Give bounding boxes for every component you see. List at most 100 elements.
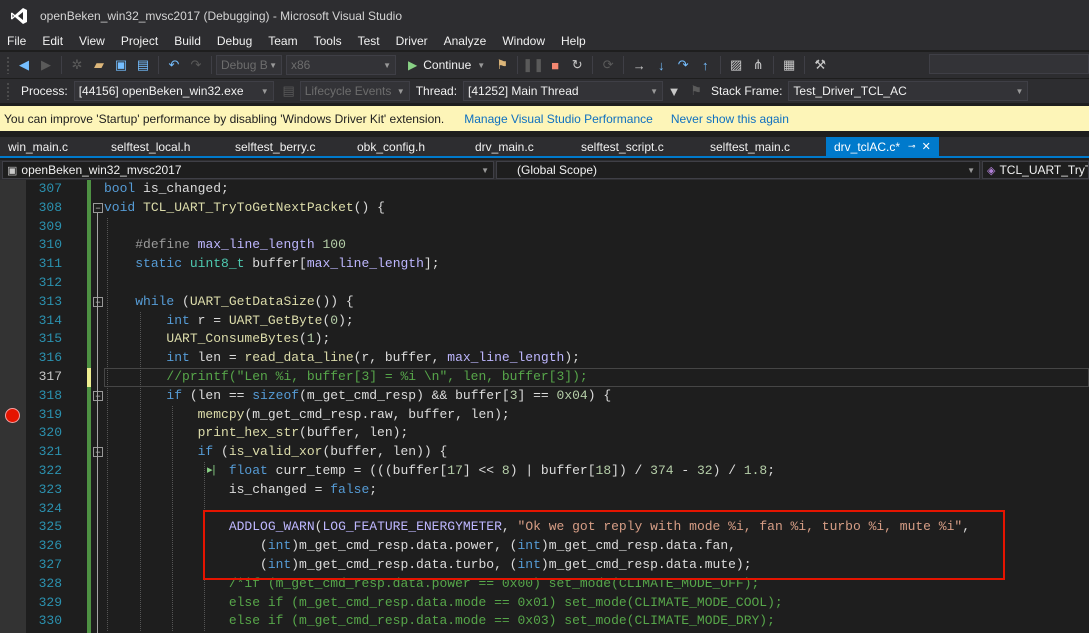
never-show-again-link[interactable]: Never show this again xyxy=(671,112,789,126)
code-line[interactable]: 312 xyxy=(0,274,1089,293)
hot-reload-icon[interactable]: ⟳ xyxy=(597,54,619,76)
break-all-icon[interactable]: ❚❚ xyxy=(522,54,544,76)
navigate-back-icon[interactable]: ◀ xyxy=(13,54,35,76)
collapse-toggle-icon[interactable]: − xyxy=(93,296,103,307)
line-number: 312 xyxy=(38,275,62,290)
indent-guide xyxy=(140,311,141,632)
thread-select[interactable]: [41252] Main Thread ▼ xyxy=(463,81,664,101)
hex-display-icon[interactable]: ▨ xyxy=(725,54,747,76)
code-text: #define max_line_length 100 xyxy=(135,237,346,253)
code-line[interactable]: 310 #define max_line_length 100 xyxy=(0,236,1089,255)
toolbar-separator xyxy=(211,56,212,74)
tools-icon[interactable]: ⚒ xyxy=(809,54,831,76)
quick-launch-input[interactable] xyxy=(929,54,1089,74)
tab-drv-main[interactable]: drv_main.c xyxy=(467,137,573,156)
collapse-toggle-icon[interactable]: − xyxy=(93,202,103,213)
code-line[interactable]: 329 else if (m_get_cmd_resp.data.mode ==… xyxy=(0,594,1089,613)
tab-obk-config[interactable]: obk_config.h xyxy=(349,137,467,156)
process-select[interactable]: [44156] openBeken_win32.exe ▼ xyxy=(73,81,274,101)
code-line[interactable]: 320 print_hex_str(buffer, len); xyxy=(0,424,1089,443)
menu-help[interactable]: Help xyxy=(553,32,594,50)
toolbar-separator xyxy=(517,56,519,74)
code-line[interactable]: 330 else if (m_get_cmd_resp.data.mode ==… xyxy=(0,612,1089,631)
tab-selftest-script[interactable]: selftest_script.c xyxy=(573,137,702,156)
code-line[interactable]: 311 static uint8_t buffer[max_line_lengt… xyxy=(0,255,1089,274)
toolbar-separator xyxy=(773,56,775,74)
restart-icon[interactable]: ↻ xyxy=(566,54,588,76)
member-select[interactable]: ◈ TCL_UART_TryToG xyxy=(982,161,1089,179)
pin-icon[interactable]: ⊸ xyxy=(908,141,916,152)
menu-file[interactable]: File xyxy=(0,32,34,50)
menu-window[interactable]: Window xyxy=(494,32,553,50)
code-line[interactable]: 309 xyxy=(0,218,1089,237)
line-number: 325 xyxy=(38,519,62,535)
solution-platform-select[interactable]: x86 ▼ xyxy=(286,55,396,75)
menu-project[interactable]: Project xyxy=(113,32,166,50)
info-message: You can improve 'Startup' performance by… xyxy=(4,111,445,126)
menu-tools[interactable]: Tools xyxy=(306,32,350,50)
toolbar-grip[interactable] xyxy=(6,82,10,100)
highlight-annotation-box xyxy=(203,510,1005,580)
code-line[interactable]: 318 − if (len == sizeof(m_get_cmd_resp) &… xyxy=(0,387,1089,406)
code-line[interactable]: 313 − while (UART_GetDataSize()) { xyxy=(0,293,1089,312)
tab-selftest-local[interactable]: selftest_local.h xyxy=(103,137,227,156)
line-number: 329 xyxy=(38,594,62,610)
solution-configuration-select[interactable]: Debug B ▼ xyxy=(216,55,282,75)
code-line[interactable]: 316 int len = read_data_line(r, buffer, … xyxy=(0,349,1089,368)
save-all-icon[interactable]: ▤ xyxy=(132,54,154,76)
lifecycle-events-select[interactable]: Lifecycle Events ▼ xyxy=(299,81,410,101)
code-line[interactable]: 315 UART_ConsumeBytes(1); xyxy=(0,330,1089,349)
tab-selftest-main[interactable]: selftest_main.c xyxy=(702,137,826,156)
scope-select[interactable]: (Global Scope) ▼ xyxy=(496,161,980,179)
chevron-down-icon: ▼ xyxy=(260,86,269,96)
manage-performance-link[interactable]: Manage Visual Studio Performance xyxy=(464,112,653,126)
save-icon[interactable]: ▣ xyxy=(110,54,132,76)
step-over-icon[interactable]: ↷ xyxy=(672,54,694,76)
redo-icon[interactable]: ↷ xyxy=(185,54,207,76)
code-line[interactable]: 319 memcpy(m_get_cmd_resp.raw, buffer, l… xyxy=(0,406,1089,425)
code-line[interactable]: 314 int r = UART_GetByte(0); xyxy=(0,312,1089,331)
project-select[interactable]: ▣ openBeken_win32_mvsc2017 ▼ xyxy=(2,161,494,179)
attach-process-icon[interactable]: ⚑ xyxy=(491,54,513,76)
new-project-icon[interactable]: ✲ xyxy=(66,54,88,76)
code-line[interactable]: 323 is_changed = false; xyxy=(0,481,1089,500)
menu-team[interactable]: Team xyxy=(260,32,305,50)
comment-icon[interactable]: ▦ xyxy=(778,54,800,76)
flag-threads-icon[interactable]: ⚑ xyxy=(685,80,707,102)
menu-analyze[interactable]: Analyze xyxy=(436,32,495,50)
show-next-statement-icon[interactable]: → xyxy=(628,54,650,76)
close-icon[interactable]: ✕ xyxy=(922,140,931,153)
collapse-toggle-icon[interactable]: − xyxy=(93,447,103,458)
code-editor[interactable]: 307 bool is_changed; 308− void TCL_UART_Try… xyxy=(0,180,1089,633)
line-number: 314 xyxy=(38,312,62,328)
menu-debug[interactable]: Debug xyxy=(209,32,260,50)
threads-icon[interactable]: ⋔ xyxy=(747,54,769,76)
navigate-forward-icon[interactable]: ▶ xyxy=(35,54,57,76)
toolbar-separator xyxy=(592,56,594,74)
collapse-toggle-icon[interactable]: − xyxy=(93,390,103,401)
stop-debugging-icon[interactable]: ■ xyxy=(544,54,566,76)
tab-selftest-berry[interactable]: selftest_berry.c xyxy=(227,137,349,156)
undo-icon[interactable]: ↶ xyxy=(163,54,185,76)
tab-win-main[interactable]: win_main.c xyxy=(0,137,103,156)
code-line[interactable]: 321 − if (is_valid_xor(buffer, len)) { xyxy=(0,443,1089,462)
code-line[interactable]: 322 float curr_temp = (((buffer[17] << 8… xyxy=(0,462,1089,481)
menu-test[interactable]: Test xyxy=(350,32,388,50)
code-line[interactable]: 308 − void TCL_UART_TryToGetNextPacket() { xyxy=(0,199,1089,218)
code-line[interactable]: 317 //printf("Len %i, buffer[3] = %i \n"… xyxy=(0,368,1089,387)
code-line[interactable]: 307 bool is_changed; xyxy=(0,180,1089,199)
menu-view[interactable]: View xyxy=(71,32,113,50)
stack-frame-select[interactable]: Test_Driver_TCL_AC ▼ xyxy=(788,81,1029,101)
menu-edit[interactable]: Edit xyxy=(34,32,71,50)
step-into-icon[interactable]: ↓ xyxy=(650,54,672,76)
step-out-icon[interactable]: ↑ xyxy=(694,54,716,76)
filter-icon[interactable]: ▼ xyxy=(663,80,685,102)
stack-frame-label: Stack Frame: xyxy=(711,84,783,98)
open-folder-icon[interactable]: ▰ xyxy=(88,54,110,76)
stack-frame-value: Test_Driver_TCL_AC xyxy=(793,84,907,98)
menu-driver[interactable]: Driver xyxy=(388,32,436,50)
toolbar-grip[interactable] xyxy=(6,56,10,74)
tab-drv-tclac[interactable]: drv_tclAC.c* ⊸ ✕ xyxy=(826,137,939,156)
continue-button[interactable]: ▶ Continue ▼ xyxy=(402,54,491,76)
menu-build[interactable]: Build xyxy=(166,32,209,50)
